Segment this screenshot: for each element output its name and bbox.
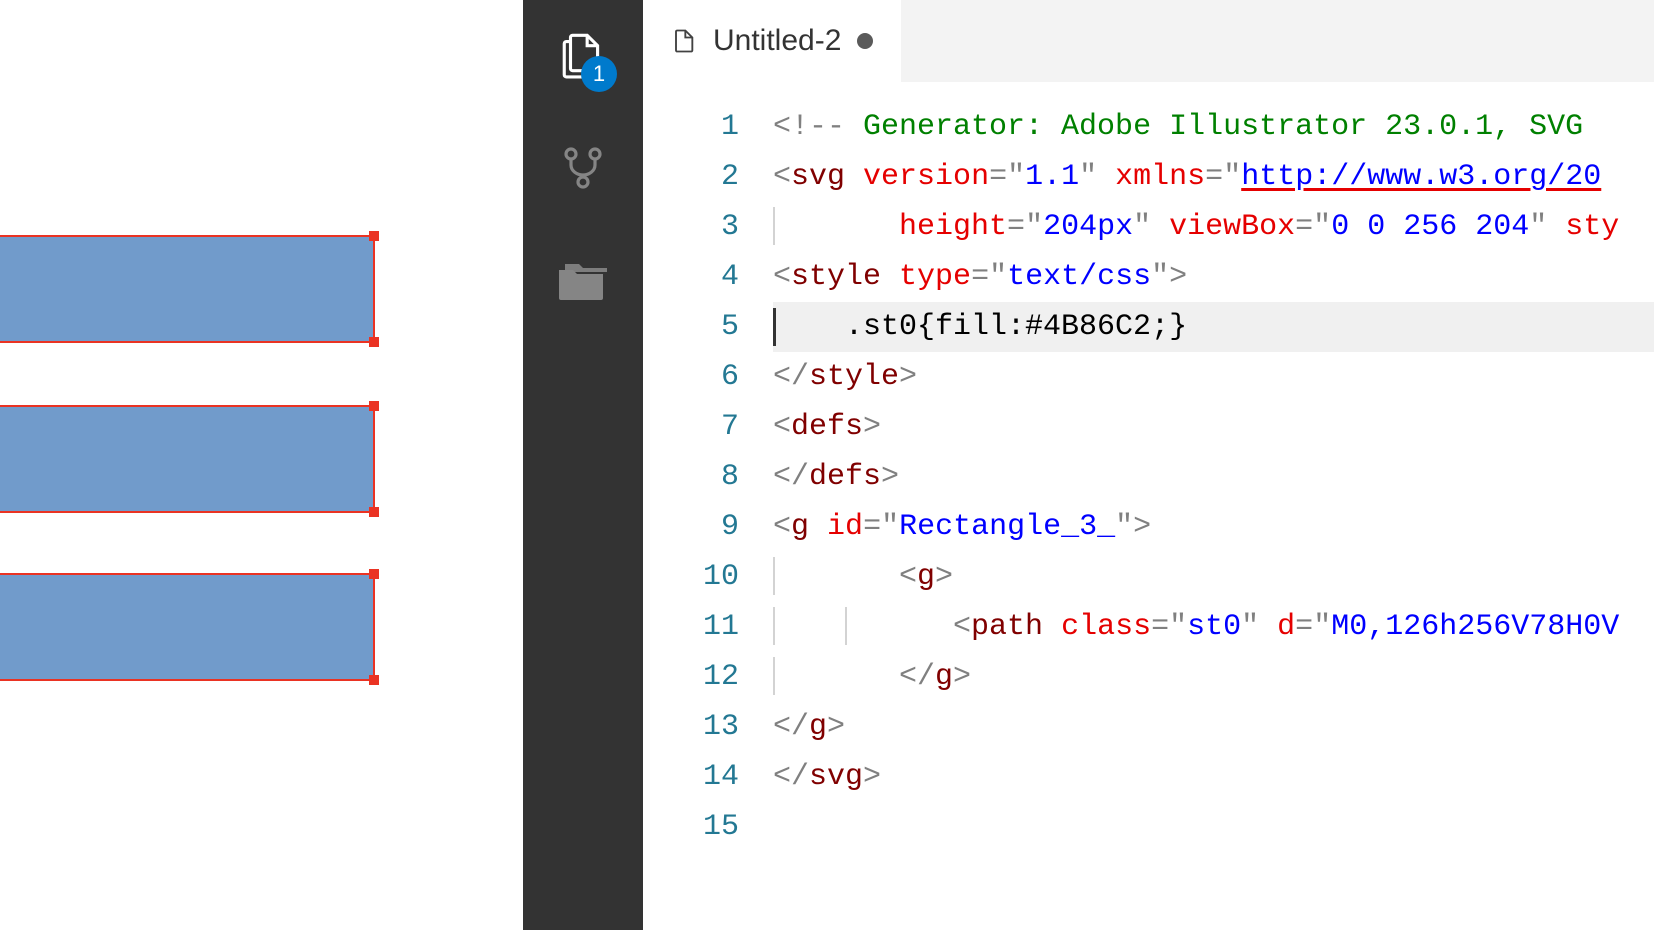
- explorer-badge: 1: [581, 56, 617, 92]
- vector-rectangle[interactable]: [0, 405, 375, 513]
- line-number: 4: [643, 252, 739, 302]
- code-line[interactable]: <!-- Generator: Adobe Illustrator 23.0.1…: [773, 102, 1654, 152]
- line-number: 1: [643, 102, 739, 152]
- line-number: 10: [643, 552, 739, 602]
- line-number: 8: [643, 452, 739, 502]
- code-line[interactable]: <path class="st0" d="M0,126h256V78H0V: [773, 602, 1654, 652]
- line-number: 15: [643, 802, 739, 852]
- editor-group: Untitled-2 123456789101112131415 <!-- Ge…: [643, 0, 1654, 930]
- folder-stack-icon: [557, 259, 609, 305]
- line-number: 14: [643, 752, 739, 802]
- code-line[interactable]: <svg version="1.1" xmlns="http://www.w3.…: [773, 152, 1654, 202]
- code-line[interactable]: </svg>: [773, 752, 1654, 802]
- selection-handle[interactable]: [369, 675, 379, 685]
- code-content[interactable]: <!-- Generator: Adobe Illustrator 23.0.1…: [773, 102, 1654, 930]
- source-control-activity-button[interactable]: [553, 138, 613, 198]
- line-number: 13: [643, 702, 739, 752]
- files-activity-button[interactable]: [553, 252, 613, 312]
- text-editor[interactable]: 123456789101112131415 <!-- Generator: Ad…: [643, 82, 1654, 930]
- line-number: 6: [643, 352, 739, 402]
- line-number: 12: [643, 652, 739, 702]
- code-line[interactable]: [773, 802, 1654, 852]
- code-line[interactable]: <g id="Rectangle_3_">: [773, 502, 1654, 552]
- selection-handle[interactable]: [369, 401, 379, 411]
- code-line[interactable]: .st0{fill:#4B86C2;}: [773, 302, 1654, 352]
- line-number: 2: [643, 152, 739, 202]
- line-number: 3: [643, 202, 739, 252]
- illustrator-canvas: [0, 0, 523, 930]
- code-line[interactable]: </g>: [773, 702, 1654, 752]
- file-icon: [669, 24, 697, 58]
- tab-title: Untitled-2: [713, 24, 841, 58]
- activity-bar: 1: [523, 0, 643, 930]
- code-line[interactable]: <defs>: [773, 402, 1654, 452]
- code-line[interactable]: </style>: [773, 352, 1654, 402]
- editor-tab[interactable]: Untitled-2: [643, 0, 901, 82]
- code-line[interactable]: height="204px" viewBox="0 0 256 204" sty: [773, 202, 1654, 252]
- explorer-activity-button[interactable]: 1: [553, 24, 613, 84]
- source-control-icon: [559, 144, 607, 192]
- selection-handle[interactable]: [369, 231, 379, 241]
- line-number-gutter: 123456789101112131415: [643, 102, 773, 930]
- tabstrip: Untitled-2: [643, 0, 1654, 82]
- code-line[interactable]: </g>: [773, 652, 1654, 702]
- line-number: 11: [643, 602, 739, 652]
- vector-rectangle[interactable]: [0, 235, 375, 343]
- vector-rectangle[interactable]: [0, 573, 375, 681]
- code-line[interactable]: <g>: [773, 552, 1654, 602]
- selection-handle[interactable]: [369, 569, 379, 579]
- line-number: 5: [643, 302, 739, 352]
- code-line[interactable]: </defs>: [773, 452, 1654, 502]
- line-number: 9: [643, 502, 739, 552]
- dirty-indicator-icon: [857, 33, 873, 49]
- selection-handle[interactable]: [369, 507, 379, 517]
- line-number: 7: [643, 402, 739, 452]
- selection-handle[interactable]: [369, 337, 379, 347]
- code-line[interactable]: <style type="text/css">: [773, 252, 1654, 302]
